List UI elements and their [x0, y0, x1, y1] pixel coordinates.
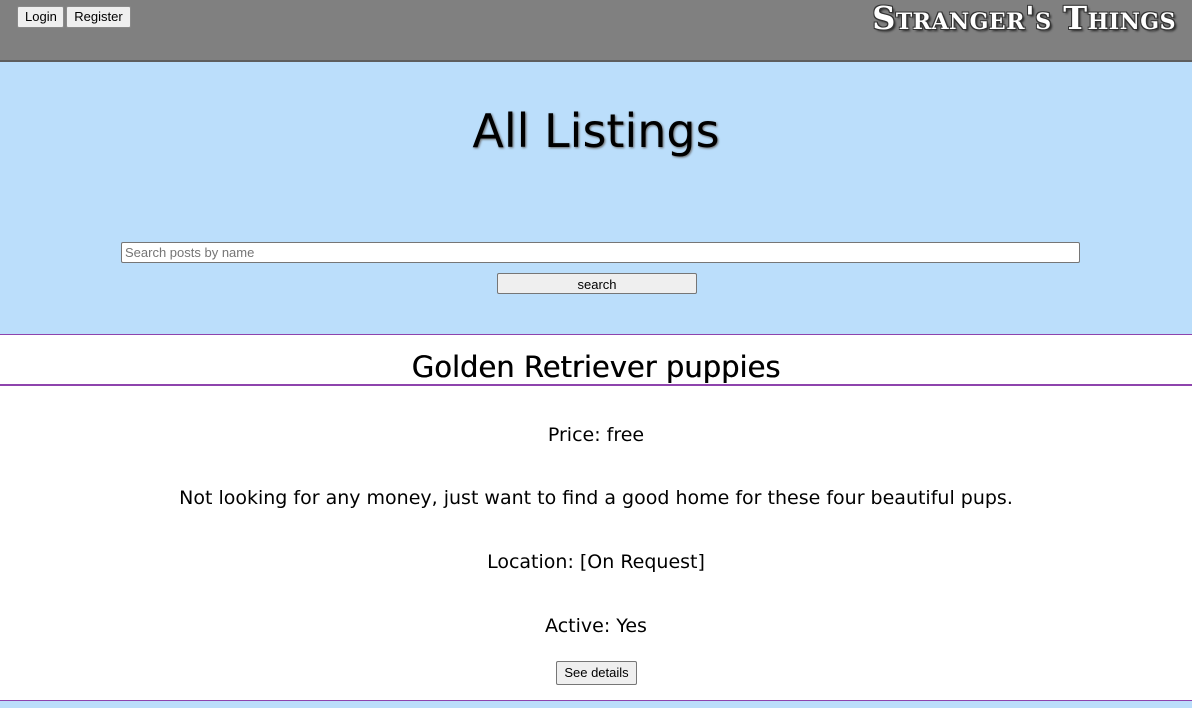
listing-description: Not looking for any money, just want to …	[179, 487, 1013, 509]
listing-active-status: Active: Yes	[545, 615, 647, 637]
listing-location: Location: [On Request]	[487, 551, 705, 573]
listings-banner: All Listings search	[0, 62, 1192, 334]
register-button[interactable]: Register	[66, 6, 131, 28]
listing-price: Price: free	[547, 424, 645, 446]
search-input[interactable]	[121, 242, 1080, 263]
search-button[interactable]: search	[497, 273, 697, 294]
next-listing-edge	[0, 700, 1192, 708]
brand-logo: Stranger's Things	[872, 0, 1176, 37]
see-details-button[interactable]: See details	[556, 661, 637, 685]
listing-title: Golden Retriever puppies	[0, 335, 1192, 386]
login-button[interactable]: Login	[17, 6, 64, 28]
top-header: Login Register Stranger's Things	[0, 0, 1192, 62]
page-title: All Listings	[472, 104, 720, 158]
listing-card: Golden Retriever puppies Price: free Not…	[0, 334, 1192, 708]
